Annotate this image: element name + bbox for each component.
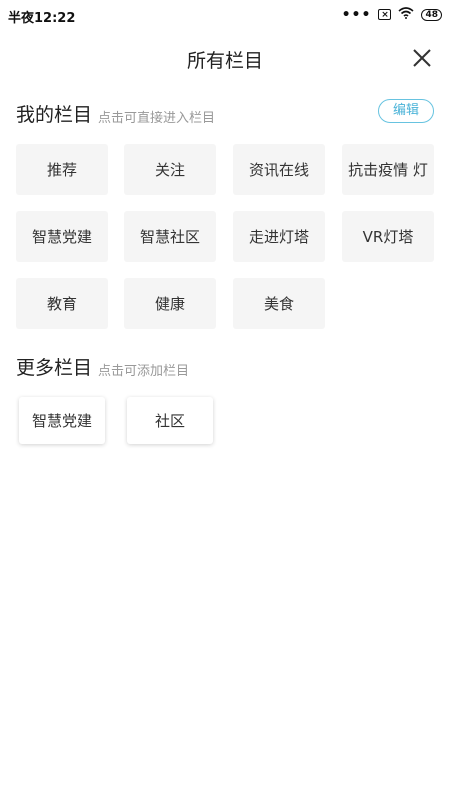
column-tile-fight-epidemic[interactable]: 抗击疫情 灯 [342, 144, 434, 195]
more-columns-header: 更多栏目 点击可添加栏目 [16, 353, 189, 380]
my-columns-header: 我的栏目 点击可直接进入栏目 [16, 100, 215, 127]
status-bar: 半夜12:22 ••• × 48 [0, 0, 450, 30]
status-icons: ••• × 48 [342, 7, 442, 22]
more-columns-hint: 点击可添加栏目 [98, 364, 190, 379]
page-title: 所有栏目 [186, 50, 263, 72]
more-dots-icon: ••• [341, 6, 372, 23]
more-tile-smart-party[interactable]: 智慧党建 [19, 397, 105, 444]
column-tile-health[interactable]: 健康 [124, 278, 216, 329]
more-columns-title: 更多栏目 [16, 357, 93, 379]
battery-icon: 48 [421, 8, 442, 21]
column-tile-smart-party[interactable]: 智慧党建 [16, 211, 108, 262]
column-tile-vr-lighthouse[interactable]: VR灯塔 [342, 211, 434, 262]
my-columns-hint: 点击可直接进入栏目 [98, 111, 216, 126]
header: 所有栏目 [0, 38, 450, 78]
column-tile-smart-community[interactable]: 智慧社区 [124, 211, 216, 262]
column-tile-into-lighthouse[interactable]: 走进灯塔 [233, 211, 325, 262]
sim-icon: × [378, 9, 392, 20]
column-tile-follow[interactable]: 关注 [124, 144, 216, 195]
column-tile-news-online[interactable]: 资讯在线 [233, 144, 325, 195]
wifi-icon [398, 7, 414, 22]
close-button[interactable] [408, 44, 436, 72]
status-time: 半夜12:22 [8, 11, 76, 26]
column-tile-food[interactable]: 美食 [233, 278, 325, 329]
close-icon [413, 49, 431, 67]
edit-button[interactable]: 编辑 [378, 99, 434, 123]
column-tile-education[interactable]: 教育 [16, 278, 108, 329]
column-tile-recommend[interactable]: 推荐 [16, 144, 108, 195]
more-tile-community[interactable]: 社区 [127, 397, 213, 444]
my-columns-title: 我的栏目 [16, 104, 93, 126]
